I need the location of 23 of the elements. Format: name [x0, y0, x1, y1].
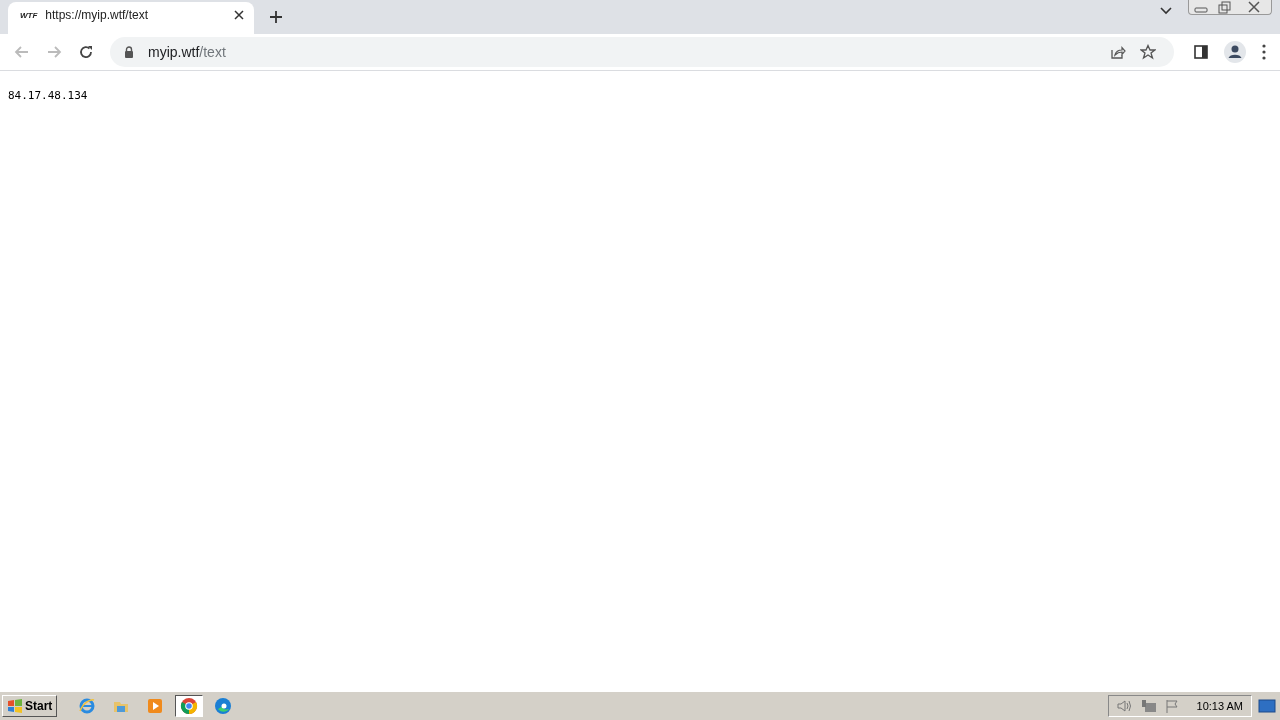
start-button[interactable]: Start	[2, 695, 58, 717]
new-tab-icon[interactable]	[269, 10, 283, 24]
reload-icon[interactable]	[78, 44, 94, 60]
share-icon[interactable]	[1110, 44, 1126, 60]
windows-logo-icon	[7, 699, 23, 713]
profile-icon[interactable]	[1224, 41, 1246, 63]
browser-icon[interactable]	[175, 695, 204, 717]
url-text: myip.wtf/text	[148, 44, 226, 60]
tab-title: https://myip.wtf/text	[45, 8, 150, 22]
address-bar[interactable]: myip.wtf/text	[110, 37, 1174, 67]
lock-icon	[124, 46, 134, 58]
browser-tab[interactable]: WTF https://myip.wtf/text	[8, 2, 254, 34]
clock-text: 10:13 AM	[1196, 700, 1243, 712]
chevron-icon[interactable]	[1160, 7, 1172, 15]
favicon: WTF	[20, 10, 38, 20]
side-panel-icon[interactable]	[1194, 45, 1208, 59]
ip-address-text: 84.17.48.134	[8, 89, 88, 102]
star-icon[interactable]	[1140, 44, 1156, 60]
flag-icon[interactable]	[1164, 699, 1181, 713]
menu-icon[interactable]	[1262, 44, 1266, 60]
close-icon[interactable]	[234, 10, 244, 20]
speaker-icon[interactable]	[1116, 699, 1133, 713]
network-icon[interactable]	[1140, 699, 1157, 713]
